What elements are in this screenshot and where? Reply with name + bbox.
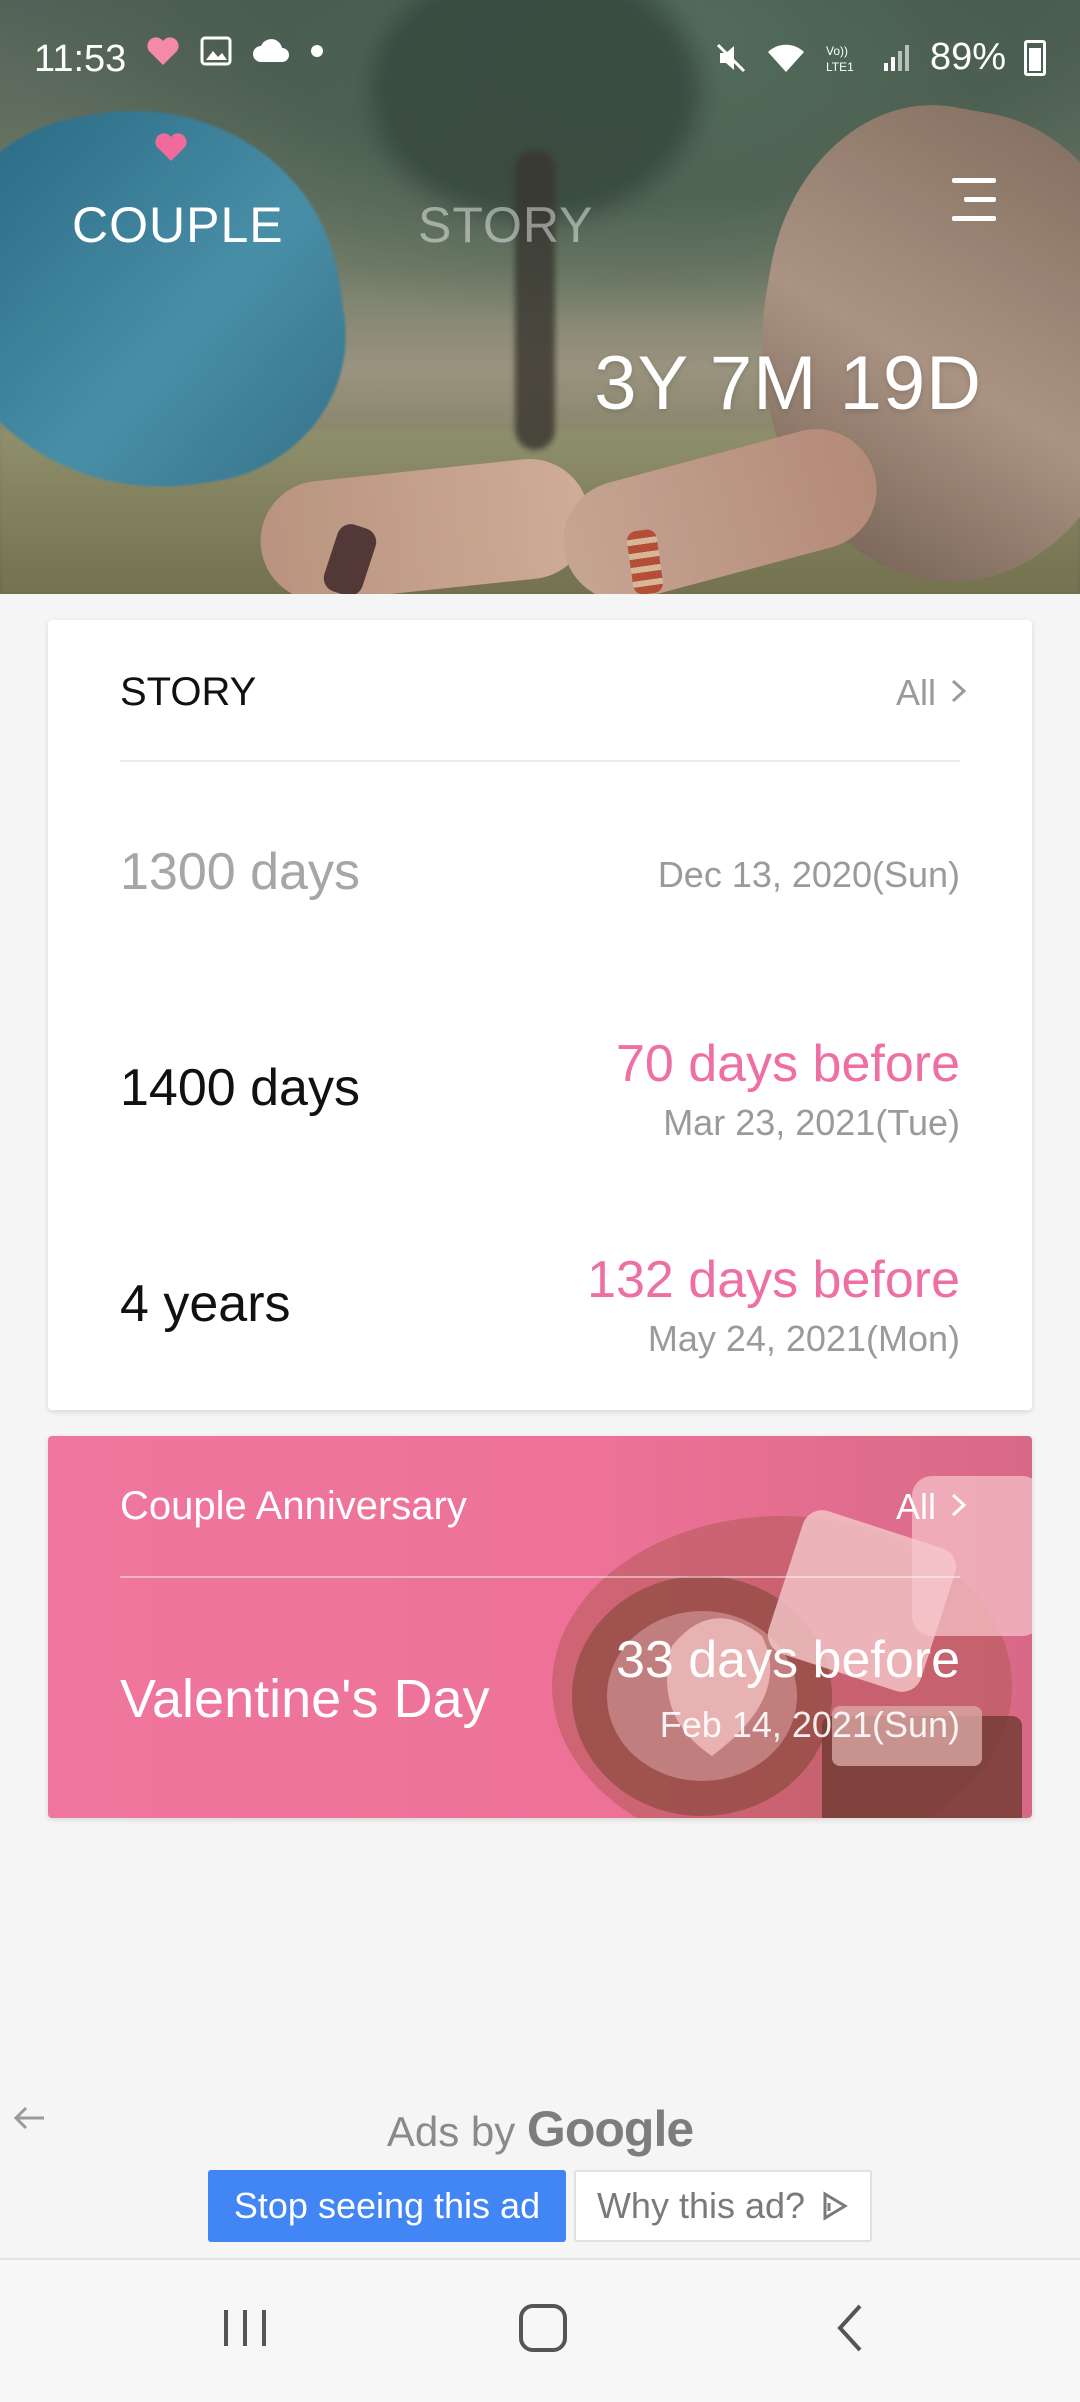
anniversary-date: Feb 14, 2021(Sun) [659, 1704, 960, 1745]
cloud-sync-icon [253, 39, 289, 62]
story-card: STORY All 1300 days Dec 13, 2020(Sun) 14… [48, 620, 1032, 1410]
heart-icon [147, 37, 179, 65]
relationship-duration: 3Y 7M 19D [594, 341, 982, 426]
story-row-meta: 132 days before May 24, 2021(Mon) [587, 1250, 960, 1360]
home-icon[interactable] [516, 2300, 570, 2356]
story-row-meta: Dec 13, 2020(Sun) [658, 854, 960, 896]
ads-by-text: Ads by [386, 2108, 516, 2155]
chevron-right-icon[interactable] [946, 1488, 972, 1522]
battery-percent: 89% [929, 36, 1006, 78]
tab-couple[interactable]: COUPLE [72, 196, 284, 254]
menu-icon[interactable] [944, 172, 1000, 228]
status-right-icons: Vo)) LTE1 89% [714, 36, 1046, 79]
status-time: 11:53 [34, 38, 127, 80]
story-row-title[interactable]: 1300 days [120, 842, 360, 902]
battery-icon [1024, 39, 1046, 76]
recent-apps-icon[interactable] [218, 2300, 272, 2356]
dot-icon [311, 45, 323, 57]
svg-text:LTE1: LTE1 [826, 60, 854, 74]
system-nav-bar [0, 2258, 1080, 2402]
story-card-title: STORY [120, 670, 257, 714]
story-row-date: Mar 23, 2021(Tue) [663, 1102, 960, 1143]
signal-icon [883, 44, 909, 71]
ads-by-google: Ads by Google [0, 2100, 1080, 2158]
story-row-meta: 70 days before Mar 23, 2021(Tue) [616, 1034, 960, 1144]
story-row-countdown: 132 days before [587, 1251, 960, 1309]
stop-seeing-ad-button[interactable]: Stop seeing this ad [208, 2170, 566, 2242]
adchoices-icon [823, 2191, 848, 2221]
why-this-ad-label: Why this ad? [596, 2185, 806, 2226]
anniversary-card[interactable]: Couple Anniversary All Valentine's Day 3… [48, 1436, 1032, 1818]
story-row-date: Dec 13, 2020(Sun) [657, 854, 960, 895]
why-this-ad-button[interactable]: Why this ad? [574, 2170, 872, 2242]
svg-text:Vo)): Vo)) [826, 44, 848, 58]
chevron-right-icon[interactable] [946, 674, 972, 708]
divider [120, 1576, 960, 1578]
volte-lte-icon: Vo)) LTE1 [826, 44, 854, 74]
divider [120, 760, 960, 762]
anniversary-event-title: Valentine's Day [120, 1669, 490, 1729]
story-row-title[interactable]: 4 years [120, 1274, 291, 1334]
story-row-date: May 24, 2021(Mon) [647, 1318, 960, 1359]
anniversary-countdown: 33 days before [615, 1631, 960, 1689]
story-row-countdown: 70 days before [615, 1035, 960, 1093]
active-tab-heart-icon [155, 133, 187, 161]
google-logo: Google [526, 2101, 694, 2157]
status-left-icons [146, 36, 324, 66]
story-all-link[interactable]: All [896, 672, 936, 714]
wifi-icon [767, 44, 804, 72]
story-row-title[interactable]: 1400 days [120, 1058, 360, 1118]
mute-icon [716, 43, 745, 72]
anniversary-all-link[interactable]: All [896, 1486, 936, 1528]
anniversary-card-title: Couple Anniversary [120, 1484, 467, 1528]
status-bar: 11:53 Vo)) LTE1 89% [0, 0, 1080, 124]
back-icon[interactable] [826, 2300, 876, 2356]
gallery-icon [200, 36, 232, 66]
tab-story[interactable]: STORY [418, 196, 593, 254]
